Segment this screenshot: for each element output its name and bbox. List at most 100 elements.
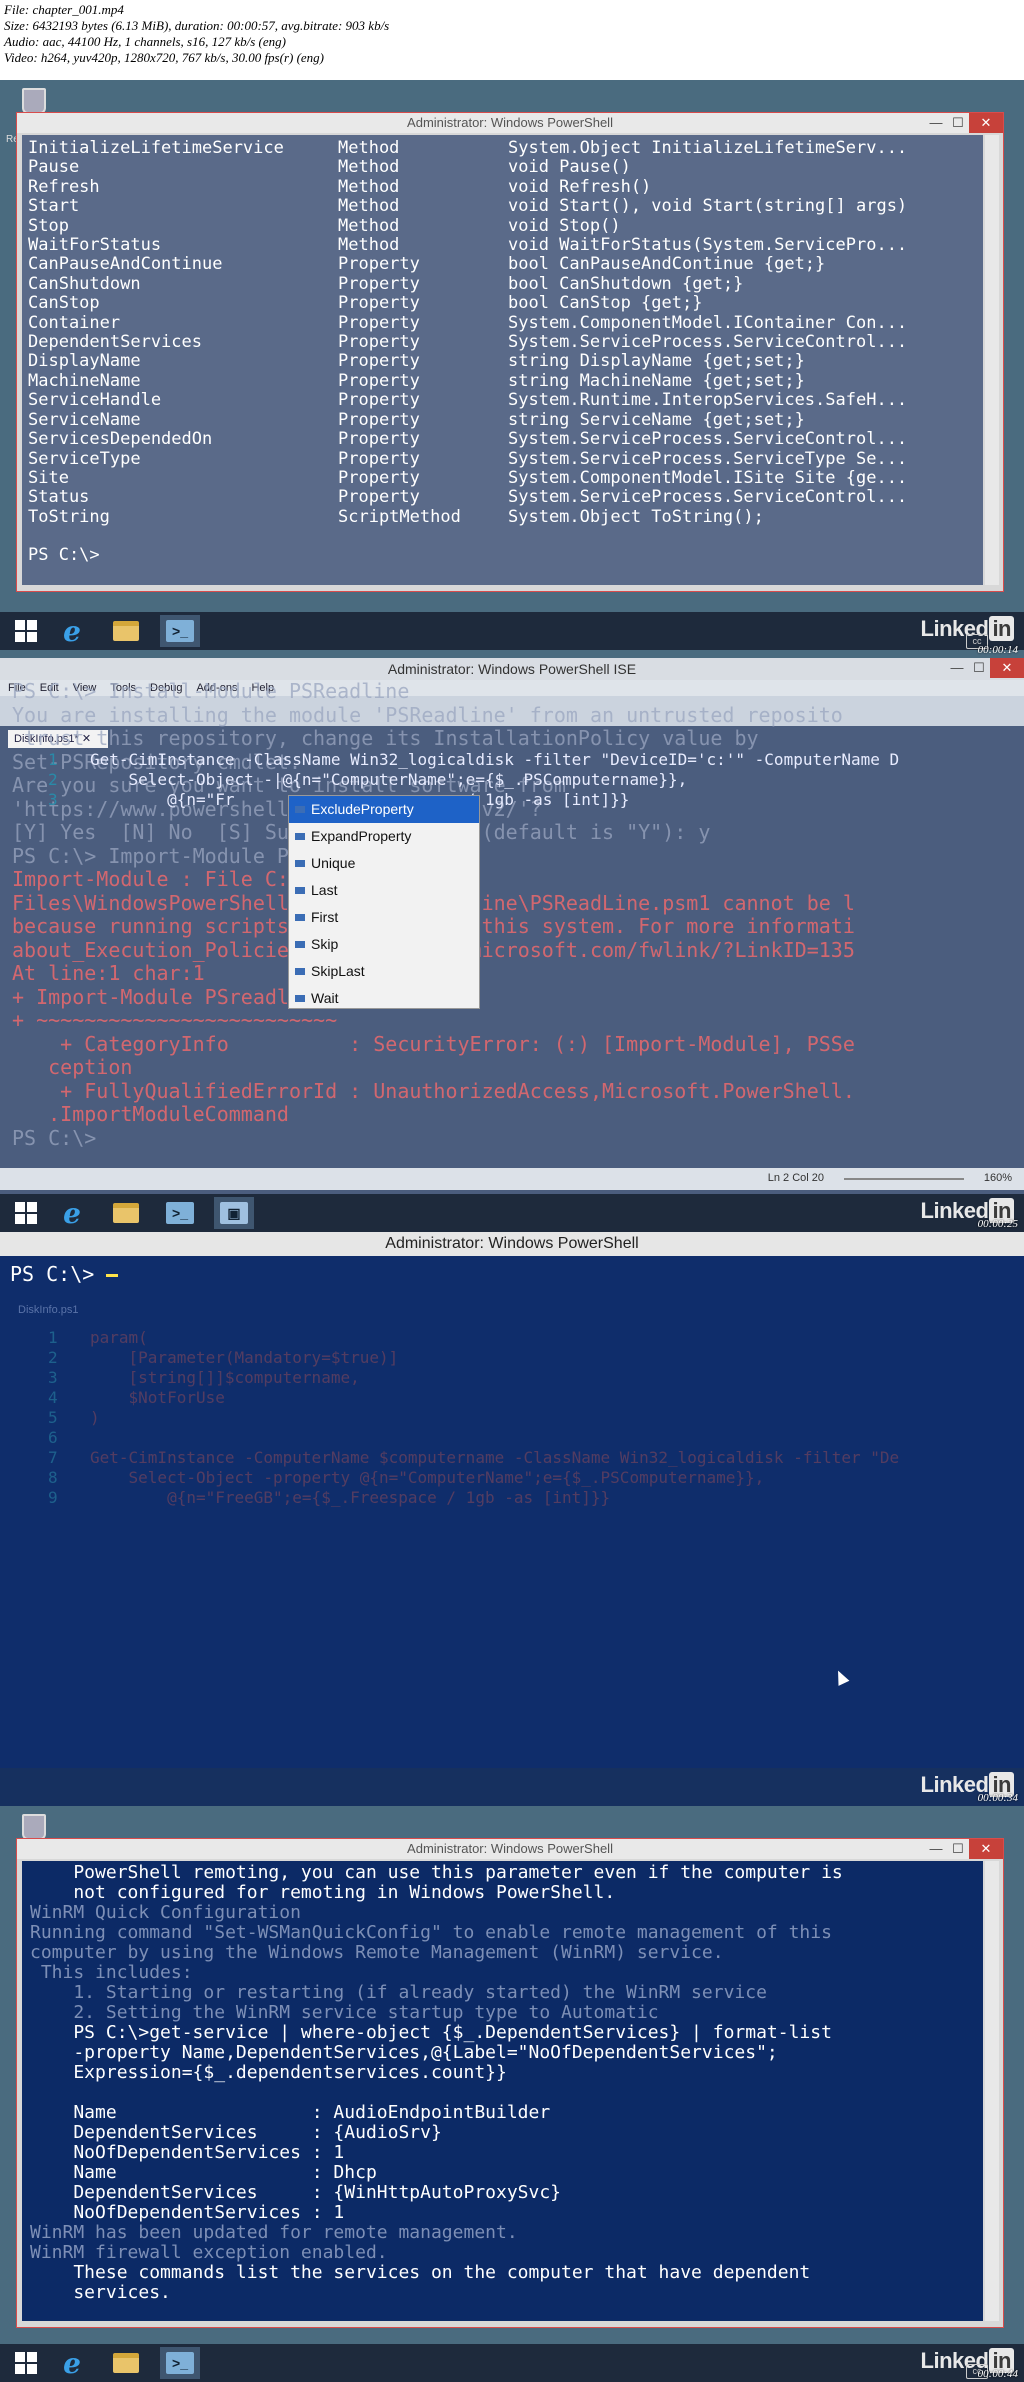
prompt-line[interactable]: PS C:\> bbox=[10, 1262, 119, 1286]
line-number: 8 bbox=[48, 1468, 58, 1487]
table-cell: ServicesDependedOn bbox=[28, 429, 213, 450]
taskbar-ie[interactable]: e bbox=[52, 1196, 92, 1230]
table-cell: Property bbox=[338, 351, 420, 372]
scrollbar[interactable] bbox=[985, 135, 999, 585]
table-cell: Status bbox=[28, 487, 90, 508]
table-cell: Method bbox=[338, 235, 400, 256]
powershell-window[interactable]: Administrator: Windows PowerShell — ☐ ✕ … bbox=[16, 112, 1004, 592]
start-button[interactable] bbox=[6, 2347, 46, 2379]
intellisense-item[interactable]: First bbox=[289, 904, 479, 931]
ghost-line: ception bbox=[12, 1055, 133, 1079]
zoom-slider[interactable] bbox=[844, 1178, 964, 1180]
cursor-position: Ln 2 Col 20 bbox=[767, 1172, 824, 1184]
table-row: DependentServices Property System.ServiceP… bbox=[28, 332, 977, 353]
timestamp: 00:00:25 bbox=[977, 1218, 1018, 1230]
table-row: CanPauseAndContinue Property bool CanPause… bbox=[28, 254, 977, 275]
console-line: DependentServices : {AudioSrv} bbox=[30, 2122, 442, 2143]
ghost-line: + Import-Module PSreadline bbox=[12, 984, 326, 1009]
table-cell: Property bbox=[338, 467, 420, 488]
start-button[interactable] bbox=[6, 615, 46, 647]
table-row: ServiceName Property string ServiceName {g… bbox=[28, 410, 977, 430]
brand-in: in bbox=[989, 616, 1014, 641]
timestamp: 00:00:34 bbox=[977, 1792, 1018, 1804]
table-cell: System.ServiceProcess.ServiceControl... bbox=[508, 332, 908, 353]
table-cell: Property bbox=[338, 370, 420, 391]
table-cell: Property bbox=[338, 273, 420, 294]
table-cell: DependentServices bbox=[28, 332, 202, 353]
prompt[interactable]: PS C:\> bbox=[28, 545, 977, 565]
code-line: Get-CimInstance -ClassName Win32_logical… bbox=[90, 750, 900, 769]
table-cell: Method bbox=[338, 157, 400, 178]
intellisense-item[interactable]: SkipLast bbox=[289, 958, 479, 985]
maximize-icon[interactable]: ☐ bbox=[947, 113, 969, 133]
taskbar-explorer[interactable] bbox=[106, 1197, 146, 1229]
line-number: 1 bbox=[48, 1328, 58, 1347]
table-cell: CanPauseAndContinue bbox=[28, 254, 223, 275]
intellisense-item[interactable]: Unique bbox=[289, 850, 479, 877]
taskbar-powershell[interactable]: >_ bbox=[160, 1197, 200, 1229]
table-row: ServicesDependedOn Property System.Service… bbox=[28, 429, 977, 450]
close-icon[interactable]: ✕ bbox=[969, 1839, 1003, 1859]
intellisense-item[interactable]: Skip bbox=[289, 931, 479, 958]
table-cell: WaitForStatus bbox=[28, 235, 162, 256]
intellisense-item[interactable]: ExcludeProperty bbox=[289, 796, 479, 823]
table-cell: Method bbox=[338, 138, 400, 158]
table-row: MachineName Property string MachineName {g… bbox=[28, 370, 977, 391]
recycle-bin-icon[interactable] bbox=[22, 1814, 46, 1840]
taskbar-explorer[interactable] bbox=[106, 615, 146, 647]
table-row: Container Property System.ComponentModel.I… bbox=[28, 312, 977, 333]
taskbar-ie[interactable]: e bbox=[52, 2347, 92, 2380]
table-cell: void Start(), void Start(string[] args) bbox=[508, 196, 908, 217]
code-line: [string[]]$computername, bbox=[90, 1368, 360, 1387]
minimize-icon[interactable]: — bbox=[925, 1839, 947, 1859]
line-number: 9 bbox=[48, 1488, 58, 1507]
recycle-bin-icon[interactable] bbox=[22, 88, 46, 114]
taskbar-explorer[interactable] bbox=[106, 2347, 146, 2379]
zoom-level: 160% bbox=[983, 1172, 1012, 1184]
scrollbar[interactable] bbox=[985, 1861, 999, 2321]
file-info-line: File: chapter_001.mp4 bbox=[4, 2, 124, 17]
intellisense-item[interactable]: Wait bbox=[289, 985, 479, 1012]
table-cell: Property bbox=[338, 293, 420, 314]
close-icon[interactable]: ✕ bbox=[990, 658, 1024, 678]
minimize-icon[interactable]: — bbox=[946, 658, 968, 678]
ghost-line: At line:1 char:1 bbox=[12, 961, 205, 985]
table-cell: ServiceHandle bbox=[28, 390, 162, 411]
taskbar-ise[interactable]: ▣ bbox=[214, 1197, 254, 1229]
console-line: This includes: bbox=[30, 1962, 193, 1983]
frame-4: Administrator: Windows PowerShell — ☐ ✕ … bbox=[0, 1806, 1024, 2382]
script-editor[interactable]: 1 Get-CimInstance -ClassName Win32_logica… bbox=[0, 750, 1024, 810]
taskbar-ie[interactable]: e bbox=[52, 615, 92, 648]
table-row: Status Property System.ServiceProcess.Serv… bbox=[28, 487, 977, 508]
close-icon[interactable]: ✕ bbox=[969, 113, 1003, 133]
code-line: Get-CimInstance -ComputerName $computern… bbox=[90, 1448, 900, 1467]
table-cell: void Pause() bbox=[508, 157, 631, 178]
maximize-icon[interactable]: ☐ bbox=[968, 658, 990, 678]
intellisense-list[interactable]: ExcludeProperty ExpandProperty Unique Last F… bbox=[288, 795, 480, 1009]
powershell-window[interactable]: Administrator: Windows PowerShell — ☐ ✕ … bbox=[16, 1838, 1004, 2328]
minimize-icon[interactable]: — bbox=[925, 113, 947, 133]
intellisense-item[interactable]: ExpandProperty bbox=[289, 823, 479, 850]
table-cell: System.ServiceProcess.ServiceControl... bbox=[508, 487, 908, 508]
maximize-icon[interactable]: ☐ bbox=[947, 1839, 969, 1859]
start-button[interactable] bbox=[6, 1197, 46, 1229]
window-title: Administrator: Windows PowerShell bbox=[0, 1232, 1024, 1256]
console-output[interactable]: PowerShell remoting, you can use this pa… bbox=[22, 1861, 983, 2321]
taskbar-powershell[interactable]: >_ bbox=[160, 615, 200, 647]
console-output[interactable]: InitializeLifetimeService Method System.Ob… bbox=[22, 135, 983, 585]
ghost-line: + ~~~~~~~~~~~~~~~~~~~~~~~~~ bbox=[12, 1008, 338, 1032]
code-line: $NotForUse bbox=[90, 1388, 225, 1407]
console-line: WinRM firewall exception enabled. bbox=[30, 2242, 388, 2263]
ghost-line: trust this repository, change its Instal… bbox=[12, 726, 759, 750]
table-row: CanStop Property bool CanStop {get;} bbox=[28, 293, 977, 314]
table-cell: System.ComponentModel.IContainer Con... bbox=[508, 312, 908, 333]
table-cell: ToString bbox=[28, 506, 110, 527]
intellisense-item[interactable]: Last bbox=[289, 877, 479, 904]
taskbar: e >_ ▣ Linked in bbox=[0, 1194, 1024, 1232]
taskbar-powershell[interactable]: >_ bbox=[160, 2347, 200, 2379]
file-info-header: File: chapter_001.mp4 Size: 6432193 byte… bbox=[0, 0, 1024, 80]
window-title: Administrator: Windows PowerShell bbox=[17, 1839, 1003, 1859]
internet-explorer-icon: e bbox=[63, 1196, 81, 1230]
table-cell: CanStop bbox=[28, 293, 100, 314]
